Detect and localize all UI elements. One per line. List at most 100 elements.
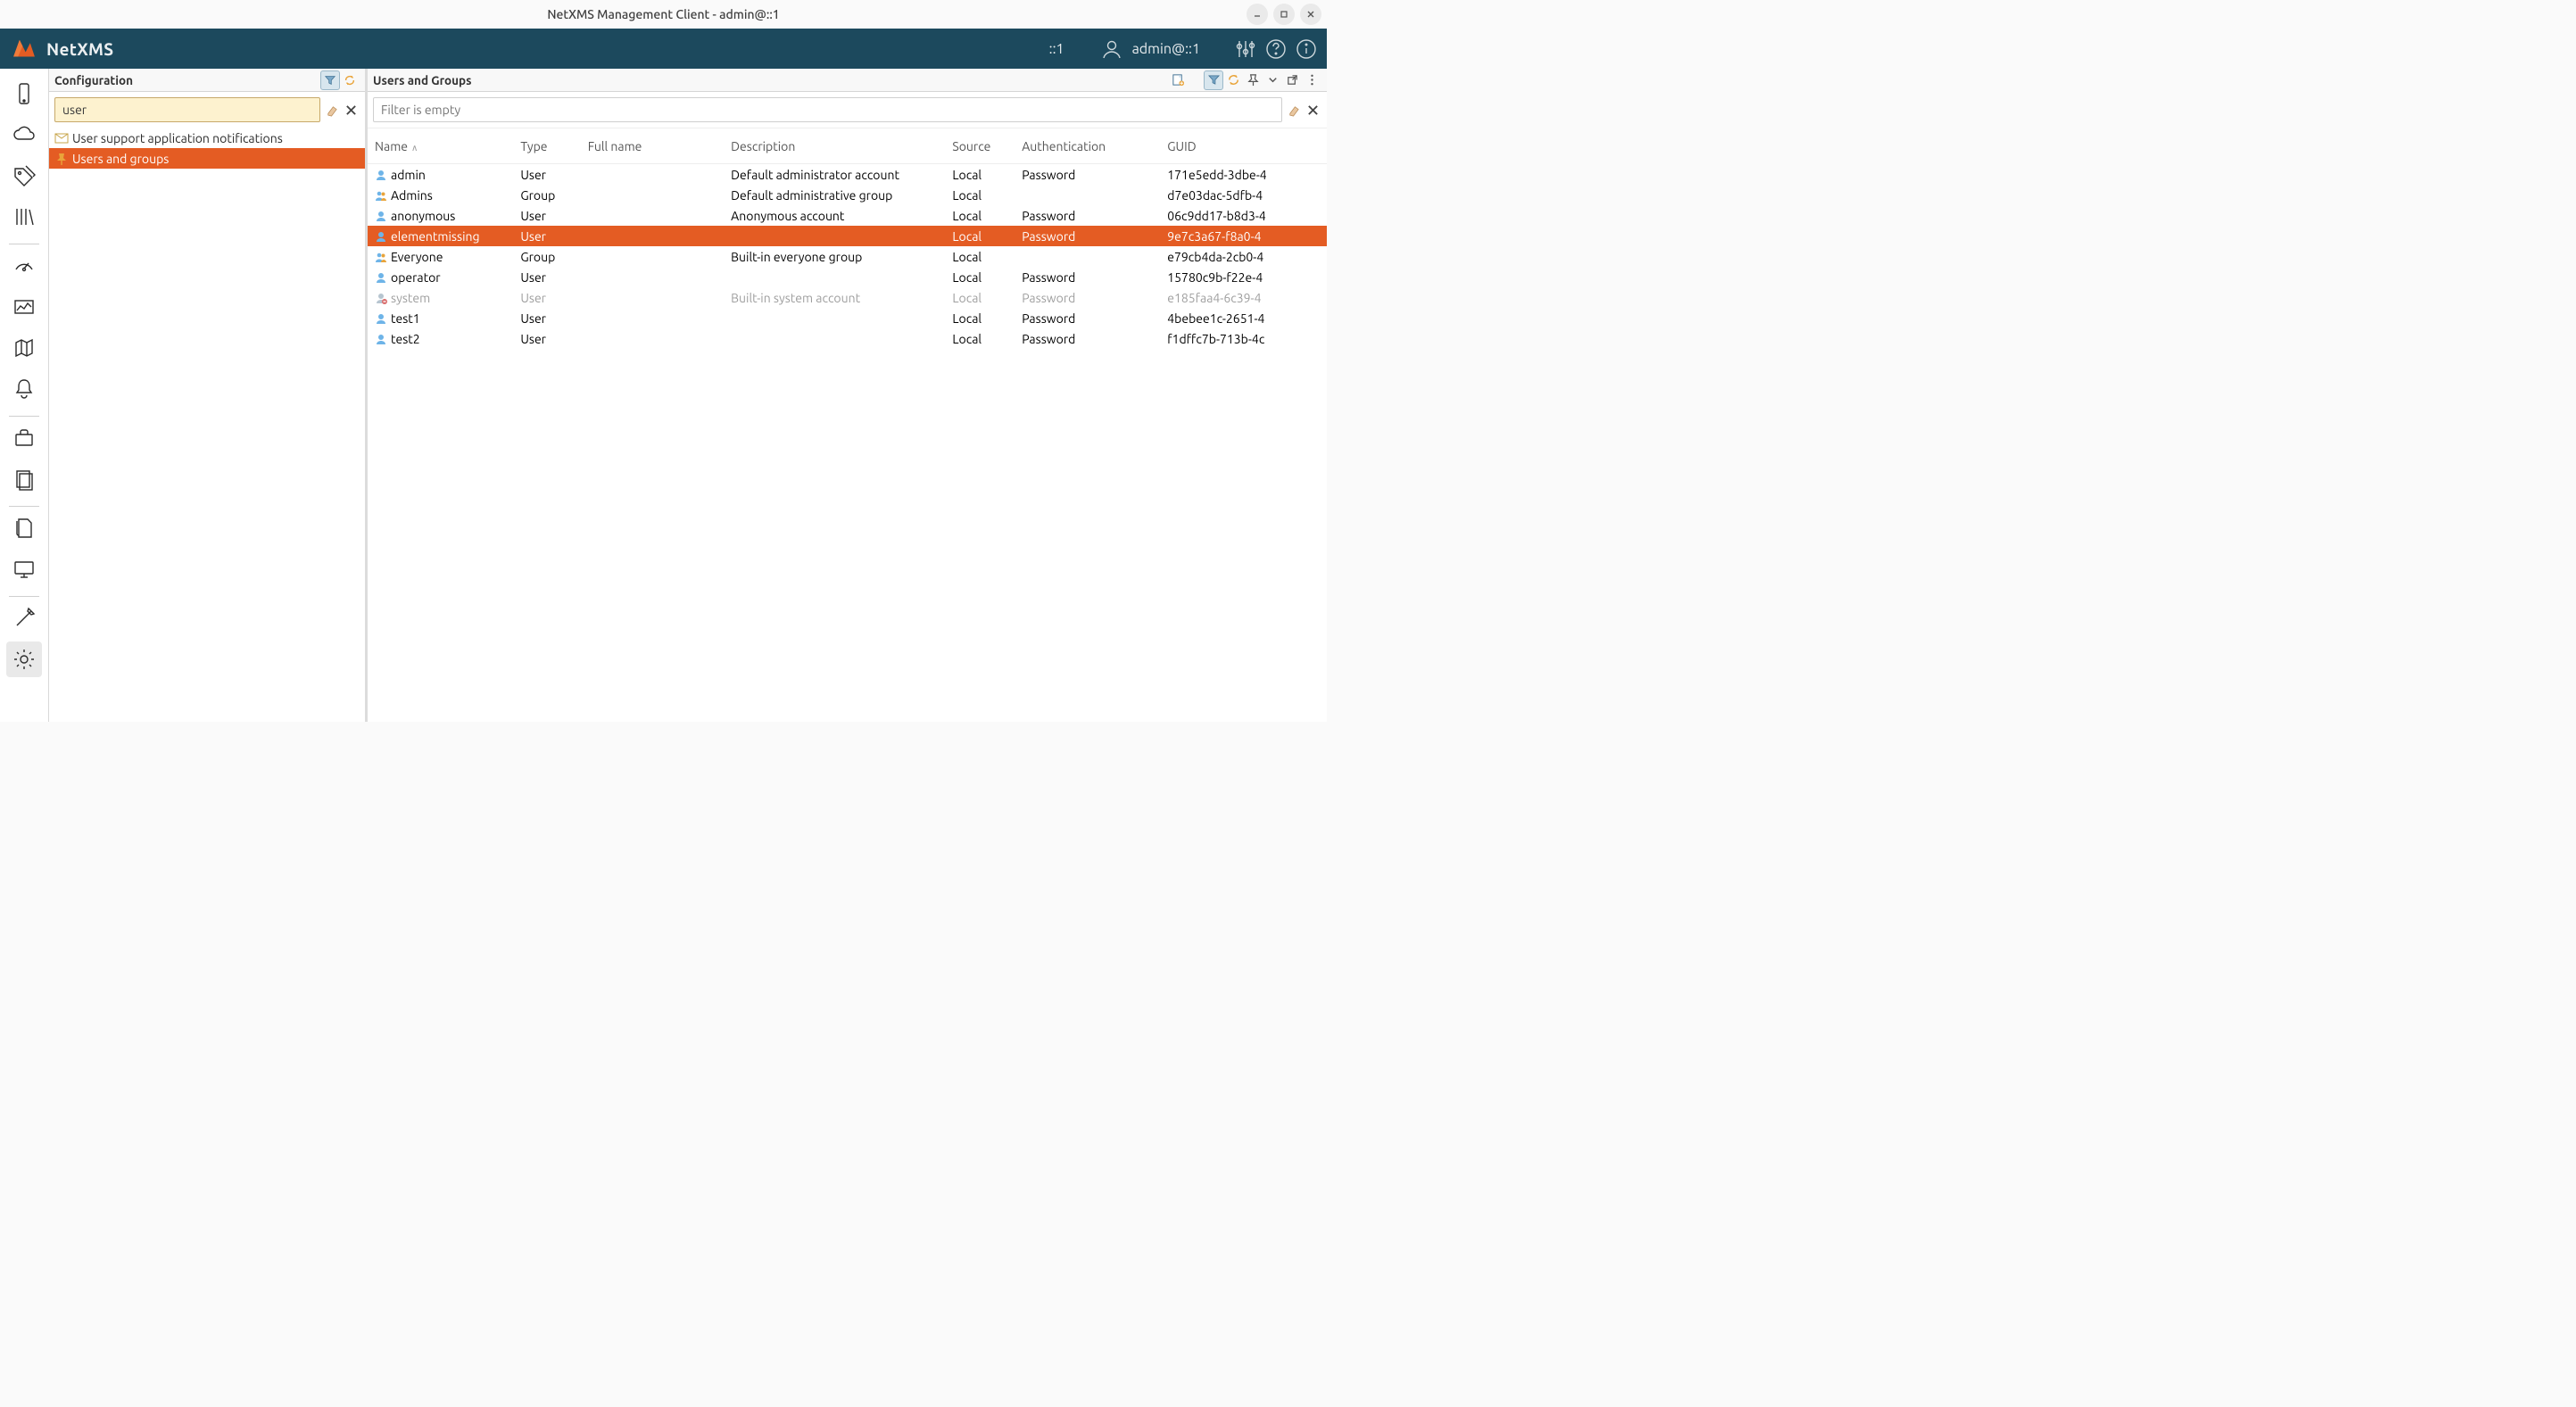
window-close-button[interactable] xyxy=(1300,4,1321,25)
configuration-header: Configuration xyxy=(49,69,365,92)
main-filter-erase-button[interactable] xyxy=(1284,101,1302,119)
cell-type: User xyxy=(513,328,580,349)
cell-name: operator xyxy=(368,267,513,287)
rail-log-icon[interactable] xyxy=(6,510,42,546)
cell-source: Local xyxy=(945,267,1015,287)
users-groups-panel: Users and Groups Name∧TypeFull nameDescr… xyxy=(368,69,1327,722)
table-row[interactable]: adminUserDefault administrator accountLo… xyxy=(368,164,1327,186)
help-button[interactable] xyxy=(1264,37,1288,61)
rail-reports-icon[interactable] xyxy=(6,461,42,497)
cell-type: User xyxy=(513,287,580,308)
cell-fullname xyxy=(581,287,724,308)
table-row[interactable]: AdminsGroupDefault administrative groupL… xyxy=(368,185,1327,205)
main-dropdown-button[interactable] xyxy=(1263,70,1282,90)
cell-auth: Password xyxy=(1015,164,1160,186)
cell-name: anonymous xyxy=(368,205,513,226)
column-header[interactable]: Name∧ xyxy=(368,128,513,164)
window-minimize-button[interactable] xyxy=(1247,4,1268,25)
main-popout-button[interactable] xyxy=(1282,70,1302,90)
rail-tag-icon[interactable] xyxy=(6,158,42,194)
cell-source: Local xyxy=(945,287,1015,308)
rail-alarm-icon[interactable] xyxy=(6,371,42,407)
column-header[interactable]: Type xyxy=(513,128,580,164)
table-header-row: Name∧TypeFull nameDescriptionSourceAuthe… xyxy=(368,128,1327,164)
rail-map-icon[interactable] xyxy=(6,330,42,366)
column-header[interactable]: Description xyxy=(724,128,945,164)
cell-guid: f1dffc7b-713b-4c xyxy=(1160,328,1327,349)
table-row[interactable]: test1UserLocalPassword4bebee1c-2651-4 xyxy=(368,308,1327,328)
server-address-label: ::1 xyxy=(1049,41,1064,57)
main-filter-clear-button[interactable] xyxy=(1304,101,1321,119)
config-item[interactable]: User support application notifications xyxy=(49,128,365,148)
main-filter-toggle[interactable] xyxy=(1204,70,1223,90)
config-refresh-button[interactable] xyxy=(340,70,360,90)
rail-mobile-icon[interactable] xyxy=(6,76,42,112)
cell-auth: Password xyxy=(1015,267,1160,287)
config-filter-bar xyxy=(49,92,365,128)
cell-type: User xyxy=(513,226,580,246)
configuration-title: Configuration xyxy=(54,73,133,87)
table-row[interactable]: anonymousUserAnonymous accountLocalPassw… xyxy=(368,205,1327,226)
cell-guid: 9e7c3a67-f8a0-4 xyxy=(1160,226,1327,246)
create-user-button[interactable] xyxy=(1168,70,1188,90)
table-row[interactable]: elementmissingUserLocalPassword9e7c3a67-… xyxy=(368,226,1327,246)
cell-guid: 4bebee1c-2651-4 xyxy=(1160,308,1327,328)
netxms-logo-icon xyxy=(9,34,39,64)
cell-auth: Password xyxy=(1015,205,1160,226)
config-item[interactable]: Users and groups xyxy=(49,148,365,169)
cell-guid: 171e5edd-3dbe-4 xyxy=(1160,164,1327,186)
table-row[interactable]: systemUserBuilt-in system accountLocalPa… xyxy=(368,287,1327,308)
cell-description: Built-in system account xyxy=(724,287,945,308)
rail-monitor-icon[interactable] xyxy=(6,551,42,587)
cell-description xyxy=(724,308,945,328)
rail-library-icon[interactable] xyxy=(6,199,42,235)
cell-fullname xyxy=(581,308,724,328)
main-menu-button[interactable] xyxy=(1302,70,1321,90)
user-menu[interactable]: admin@::1 xyxy=(1100,37,1200,61)
cell-fullname xyxy=(581,185,724,205)
main-pin-button[interactable] xyxy=(1243,70,1263,90)
cell-auth: Password xyxy=(1015,308,1160,328)
cell-type: User xyxy=(513,164,580,186)
cell-fullname xyxy=(581,328,724,349)
current-user-label: admin@::1 xyxy=(1132,41,1200,57)
config-filter-clear-button[interactable] xyxy=(342,101,360,119)
table-row[interactable]: EveryoneGroupBuilt-in everyone groupLoca… xyxy=(368,246,1327,267)
cell-type: User xyxy=(513,205,580,226)
rail-configuration-icon[interactable] xyxy=(6,641,42,677)
column-header[interactable]: GUID xyxy=(1160,128,1327,164)
main-filter-input[interactable] xyxy=(373,97,1282,122)
cell-description xyxy=(724,226,945,246)
cell-type: User xyxy=(513,308,580,328)
app-header: NetXMS ::1 admin@::1 xyxy=(0,29,1327,69)
cell-source: Local xyxy=(945,226,1015,246)
cell-description: Built-in everyone group xyxy=(724,246,945,267)
cell-type: Group xyxy=(513,246,580,267)
cell-description xyxy=(724,267,945,287)
rail-cloud-icon[interactable] xyxy=(6,117,42,153)
about-button[interactable] xyxy=(1295,37,1318,61)
cell-auth: Password xyxy=(1015,328,1160,349)
cell-fullname xyxy=(581,246,724,267)
cell-guid: e79cb4da-2cb0-4 xyxy=(1160,246,1327,267)
config-filter-toggle[interactable] xyxy=(320,70,340,90)
config-filter-input[interactable] xyxy=(54,97,320,122)
column-header[interactable]: Full name xyxy=(581,128,724,164)
column-header[interactable]: Source xyxy=(945,128,1015,164)
window-maximize-button[interactable] xyxy=(1273,4,1295,25)
cell-fullname xyxy=(581,205,724,226)
table-row[interactable]: operatorUserLocalPassword15780c9b-f22e-4 xyxy=(368,267,1327,287)
cell-fullname xyxy=(581,267,724,287)
rail-graph-icon[interactable] xyxy=(6,289,42,325)
rail-dashboard-icon[interactable] xyxy=(6,248,42,284)
main-refresh-button[interactable] xyxy=(1223,70,1243,90)
table-row[interactable]: test2UserLocalPasswordf1dffc7b-713b-4c xyxy=(368,328,1327,349)
cell-name: test2 xyxy=(368,328,513,349)
rail-tools-icon[interactable] xyxy=(6,600,42,636)
table-body: adminUserDefault administrator accountLo… xyxy=(368,164,1327,350)
config-filter-erase-button[interactable] xyxy=(322,101,340,119)
preferences-button[interactable] xyxy=(1234,37,1257,61)
column-header[interactable]: Authentication xyxy=(1015,128,1160,164)
cell-name: system xyxy=(368,287,513,308)
rail-business-icon[interactable] xyxy=(6,420,42,456)
